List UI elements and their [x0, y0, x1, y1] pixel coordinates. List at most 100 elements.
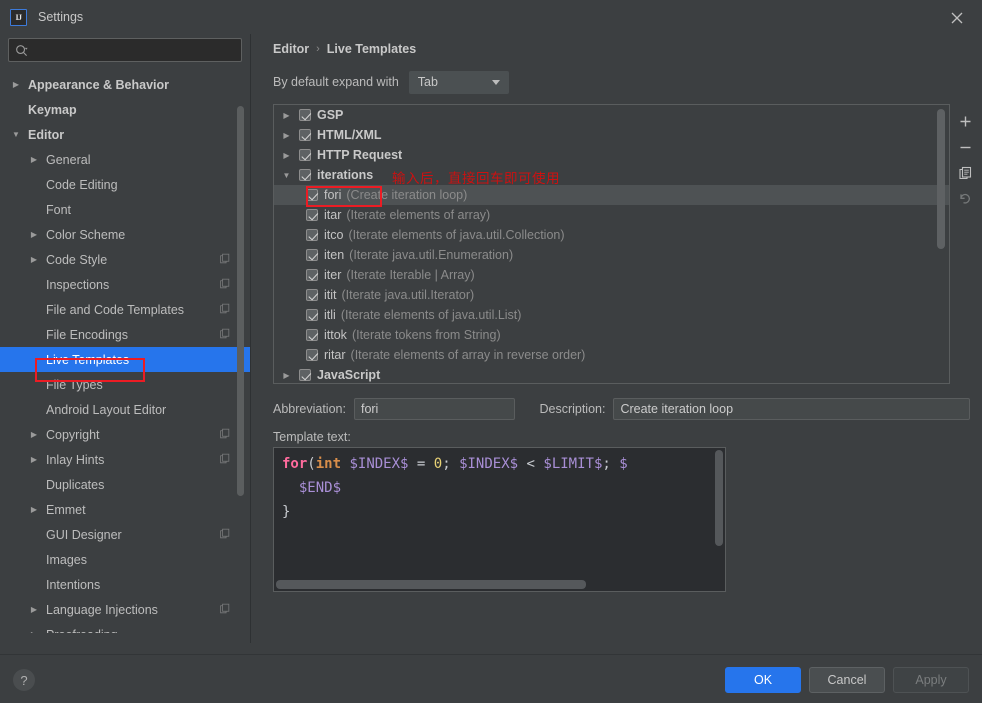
editor-vscrollbar-thumb[interactable]: [715, 450, 723, 546]
template-tree[interactable]: ▶ GSP ▶ HTML/XML ▶ HTTP Request ▼ iterations for…: [273, 104, 950, 384]
sidebar-item-appearance-behavior[interactable]: ▶ Appearance & Behavior: [0, 72, 250, 97]
template-row[interactable]: itli (Iterate elements of java.util.List): [274, 305, 949, 325]
copy-settings-icon[interactable]: [219, 303, 230, 317]
editor-hscrollbar-thumb[interactable]: [276, 580, 586, 589]
sidebar-item-code-editing[interactable]: Code Editing: [0, 172, 250, 197]
sidebar-item-inlay-hints[interactable]: ▶ Inlay Hints: [0, 447, 250, 472]
template-row[interactable]: iten (Iterate java.util.Enumeration): [274, 245, 949, 265]
sidebar-item-file-encodings[interactable]: File Encodings: [0, 322, 250, 347]
template-enabled-checkbox[interactable]: [306, 209, 318, 221]
sidebar-item-keymap[interactable]: Keymap: [0, 97, 250, 122]
chevron-right-icon[interactable]: ▶: [28, 229, 40, 241]
template-row[interactable]: itco (Iterate elements of java.util.Colle…: [274, 225, 949, 245]
template-enabled-checkbox[interactable]: [299, 369, 311, 381]
sidebar-item-gui-designer[interactable]: GUI Designer: [0, 522, 250, 547]
template-group-row[interactable]: ▶ HTML/XML: [274, 125, 949, 145]
chevron-right-icon[interactable]: ▶: [28, 604, 40, 616]
template-enabled-checkbox[interactable]: [306, 309, 318, 321]
sidebar-item-android-layout-editor[interactable]: Android Layout Editor: [0, 397, 250, 422]
copy-template-button[interactable]: [952, 160, 978, 186]
template-tree-scrollbar-track[interactable]: [937, 107, 947, 383]
template-group-row[interactable]: ▶ GSP: [274, 105, 949, 125]
template-enabled-checkbox[interactable]: [299, 129, 311, 141]
copy-settings-icon[interactable]: [219, 253, 230, 267]
remove-template-button[interactable]: [952, 134, 978, 160]
template-row[interactable]: iter (Iterate Iterable | Array): [274, 265, 949, 285]
template-enabled-checkbox[interactable]: [306, 349, 318, 361]
add-template-button[interactable]: [952, 108, 978, 134]
template-enabled-checkbox[interactable]: [299, 109, 311, 121]
search-input[interactable]: [28, 43, 235, 57]
template-text-editor[interactable]: for(int $INDEX$ = 0; $INDEX$ < $LIMIT$; …: [273, 447, 726, 592]
copy-settings-icon[interactable]: [219, 528, 230, 542]
chevron-right-icon[interactable]: ▶: [10, 79, 22, 91]
template-row[interactable]: ittok (Iterate tokens from String): [274, 325, 949, 345]
sidebar-item-editor[interactable]: ▼ Editor: [0, 122, 250, 147]
search-box[interactable]: [8, 38, 242, 62]
sidebar-item-file-types[interactable]: File Types: [0, 372, 250, 397]
chevron-down-icon[interactable]: ▼: [280, 171, 293, 180]
copy-settings-icon[interactable]: [219, 603, 230, 617]
chevron-right-icon[interactable]: ▶: [280, 131, 293, 140]
template-enabled-checkbox[interactable]: [306, 289, 318, 301]
template-tree-scrollbar-thumb[interactable]: [937, 109, 945, 249]
sidebar-item-duplicates[interactable]: Duplicates: [0, 472, 250, 497]
logo-text: IJ: [15, 12, 22, 22]
chevron-right-icon[interactable]: ▶: [280, 151, 293, 160]
ok-button[interactable]: OK: [725, 667, 801, 693]
template-enabled-checkbox[interactable]: [306, 229, 318, 241]
template-enabled-checkbox[interactable]: [306, 249, 318, 261]
chevron-down-icon[interactable]: ▼: [10, 129, 22, 141]
chevron-right-icon[interactable]: ▶: [280, 111, 293, 120]
template-group-row[interactable]: ▶ HTTP Request: [274, 145, 949, 165]
sidebar-item-intentions[interactable]: Intentions: [0, 572, 250, 597]
sidebar-item-font[interactable]: Font: [0, 197, 250, 222]
sidebar-item-general[interactable]: ▶ General: [0, 147, 250, 172]
sidebar-item-images[interactable]: Images: [0, 547, 250, 572]
chevron-right-icon[interactable]: ▶: [28, 629, 40, 633]
template-row[interactable]: ritar (Iterate elements of array in rever…: [274, 345, 949, 365]
sidebar-item-emmet[interactable]: ▶ Emmet: [0, 497, 250, 522]
chevron-right-icon[interactable]: ▶: [28, 504, 40, 516]
chevron-right-icon[interactable]: ▶: [28, 154, 40, 166]
template-enabled-checkbox[interactable]: [299, 169, 311, 181]
copy-settings-icon[interactable]: [219, 428, 230, 442]
chevron-right-icon[interactable]: ▶: [28, 254, 40, 266]
cancel-button[interactable]: Cancel: [809, 667, 885, 693]
help-button[interactable]: ?: [13, 669, 35, 691]
template-row[interactable]: itit (Iterate java.util.Iterator): [274, 285, 949, 305]
sidebar-item-live-templates[interactable]: Live Templates: [0, 347, 250, 372]
sidebar-item-color-scheme[interactable]: ▶ Color Scheme: [0, 222, 250, 247]
chevron-right-icon[interactable]: ▶: [28, 429, 40, 441]
sidebar-item-language-injections[interactable]: ▶ Language Injections: [0, 597, 250, 622]
template-row[interactable]: itar (Iterate elements of array): [274, 205, 949, 225]
template-group-row[interactable]: ▼ iterations: [274, 165, 949, 185]
sidebar-scrollbar-track[interactable]: [237, 38, 247, 518]
abbreviation-input[interactable]: fori: [353, 398, 516, 420]
revert-template-button[interactable]: [952, 186, 978, 212]
sidebar-item-file-and-code-templates[interactable]: File and Code Templates: [0, 297, 250, 322]
sidebar-item-proofreading[interactable]: ▶ Proofreading: [0, 622, 250, 634]
template-row[interactable]: fori (Create iteration loop): [274, 185, 949, 205]
default-expand-dropdown[interactable]: Tab: [408, 70, 509, 94]
copy-settings-icon[interactable]: [219, 278, 230, 292]
copy-settings-icon[interactable]: [219, 328, 230, 342]
sidebar-scrollbar-thumb[interactable]: [237, 106, 244, 496]
close-icon[interactable]: [936, 4, 978, 32]
template-group-row[interactable]: ▶ JavaScript: [274, 365, 949, 383]
template-enabled-checkbox[interactable]: [306, 269, 318, 281]
sidebar-item-inspections[interactable]: Inspections: [0, 272, 250, 297]
apply-button[interactable]: Apply: [893, 667, 969, 693]
template-enabled-checkbox[interactable]: [299, 149, 311, 161]
template-enabled-checkbox[interactable]: [306, 189, 318, 201]
breadcrumb-parent[interactable]: Editor: [273, 42, 309, 56]
copy-settings-icon[interactable]: [219, 453, 230, 467]
sidebar-item-code-style[interactable]: ▶ Code Style: [0, 247, 250, 272]
sidebar-item-copyright[interactable]: ▶ Copyright: [0, 422, 250, 447]
description-input[interactable]: Create iteration loop: [613, 398, 970, 420]
chevron-right-icon[interactable]: ▶: [280, 371, 293, 380]
template-enabled-checkbox[interactable]: [306, 329, 318, 341]
chevron-right-icon[interactable]: ▶: [28, 454, 40, 466]
